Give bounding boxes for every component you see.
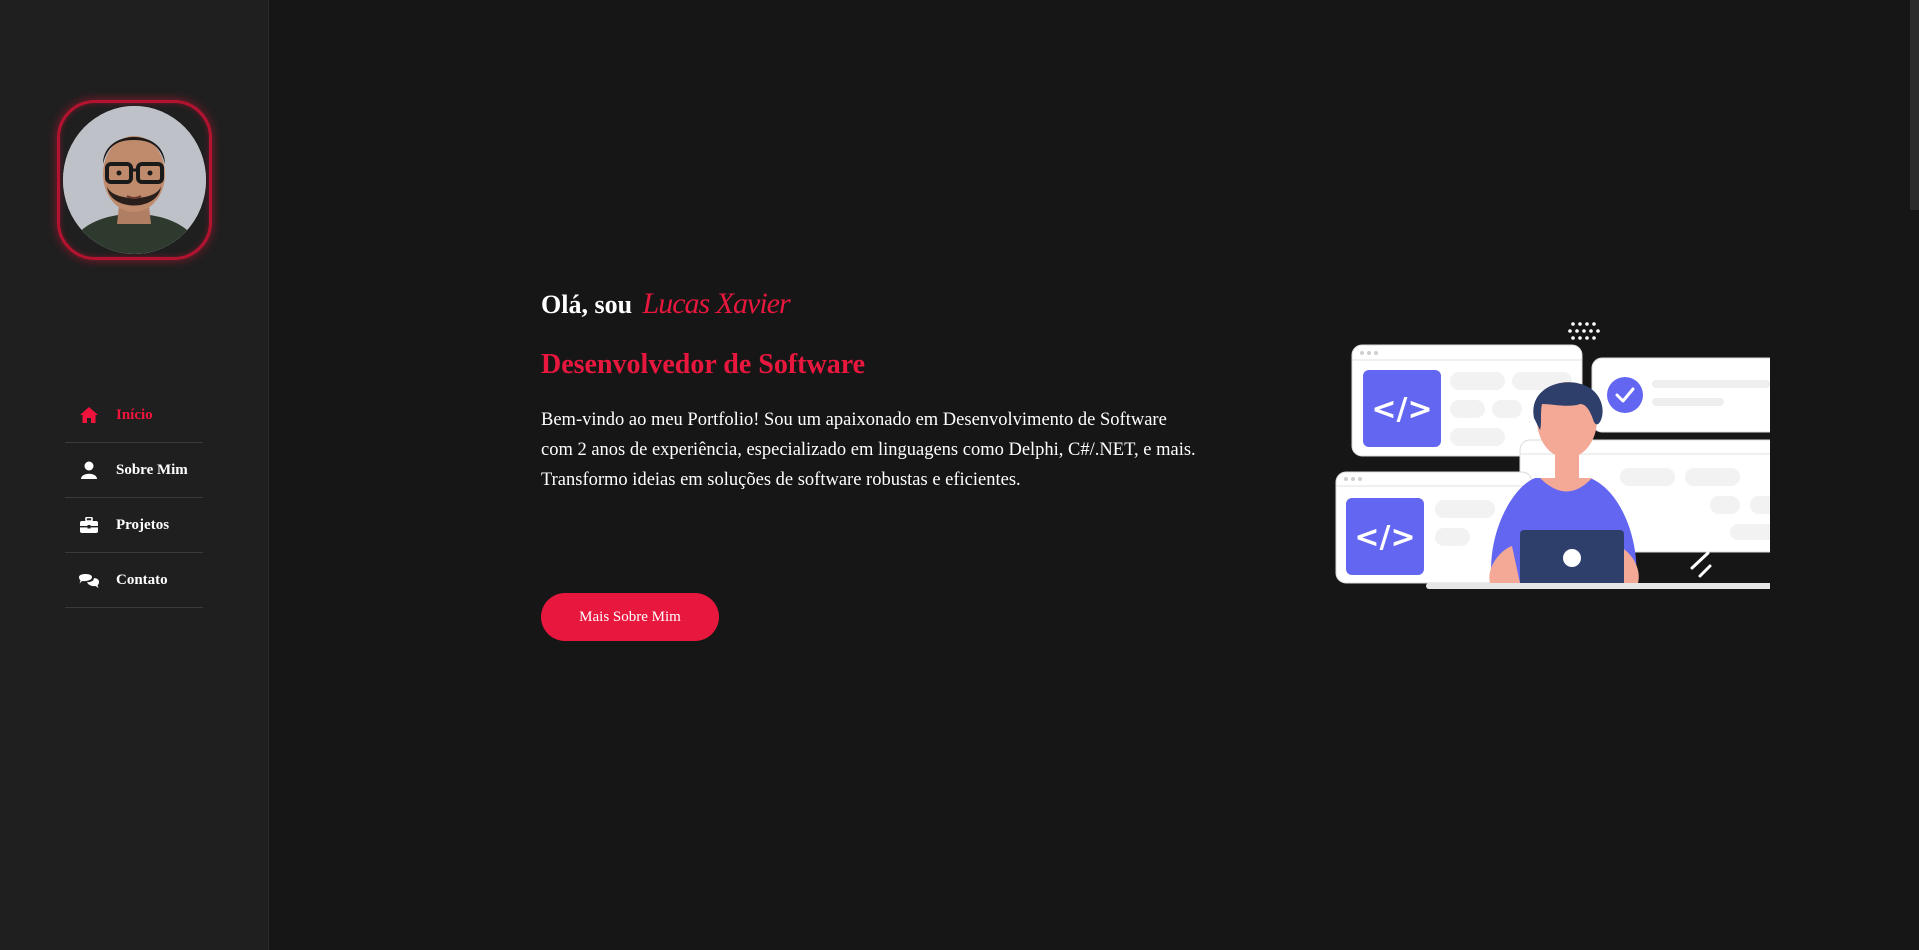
home-icon <box>78 405 100 425</box>
sidebar-item-label: Início <box>116 406 153 423</box>
main-content: Olá, sou Lucas Xavier Desenvolvedor de S… <box>270 0 1919 950</box>
briefcase-icon <box>78 515 100 535</box>
more-about-me-button[interactable]: Mais Sobre Mim <box>541 593 719 641</box>
profile-photo <box>63 106 206 254</box>
developer-illustration: </> </> <box>1335 322 1770 589</box>
sidebar-item-projetos[interactable]: Projetos <box>65 498 203 553</box>
avatar-frame <box>57 100 212 260</box>
developer-name: Lucas Xavier <box>642 287 791 320</box>
sidebar-item-contato[interactable]: Contato <box>65 553 203 608</box>
sidebar: Início Sobre Mim Projetos Contato <box>0 0 269 950</box>
sidebar-item-label: Projetos <box>116 516 170 533</box>
sidebar-item-label: Contato <box>116 571 168 588</box>
user-icon <box>78 460 100 480</box>
sparkle-lines <box>1690 551 1712 578</box>
avatar <box>63 106 206 254</box>
greeting-text: Olá, sou <box>541 290 633 319</box>
sidebar-item-sobre-mim[interactable]: Sobre Mim <box>65 443 203 498</box>
scrollbar[interactable] <box>1910 0 1919 950</box>
dots-decoration <box>1568 322 1600 340</box>
svg-text:</>: </> <box>1354 520 1415 555</box>
role-title: Desenvolvedor de Software <box>541 349 866 380</box>
greeting-heading: Olá, sou Lucas Xavier <box>541 287 791 321</box>
scrollbar-thumb[interactable] <box>1910 0 1919 210</box>
check-card <box>1591 357 1770 433</box>
sidebar-item-label: Sobre Mim <box>116 461 188 478</box>
svg-text:</>: </> <box>1371 392 1432 427</box>
sidebar-nav: Início Sobre Mim Projetos Contato <box>65 388 203 608</box>
chat-icon <box>78 570 100 590</box>
intro-paragraph: Bem-vindo ao meu Portfolio! Sou um apaix… <box>541 410 1196 490</box>
sidebar-item-inicio[interactable]: Início <box>65 388 203 443</box>
